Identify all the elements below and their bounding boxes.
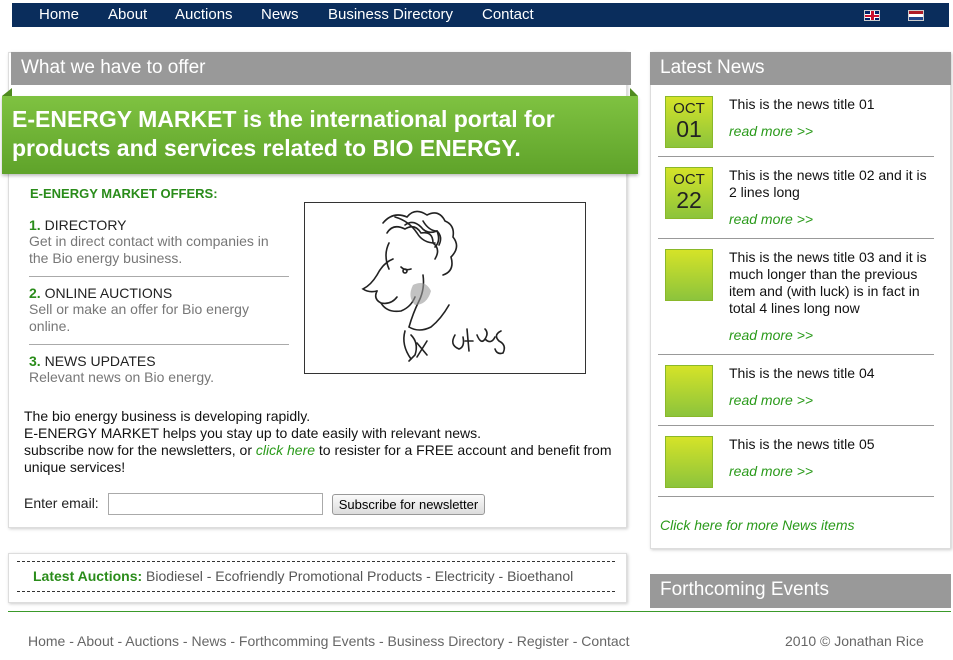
uk-flag-icon[interactable]: [864, 10, 880, 21]
nav-auctions[interactable]: Auctions: [175, 6, 233, 23]
news-title[interactable]: This is the news title 05: [729, 436, 934, 453]
nav-home[interactable]: Home: [39, 6, 79, 23]
news-title[interactable]: This is the news title 04: [729, 365, 934, 382]
offer-item-auctions: 2. ONLINE AUCTIONS Sell or make an offer…: [29, 285, 289, 335]
footer-auctions-link[interactable]: Auctions: [125, 633, 179, 649]
divider: [29, 344, 289, 345]
offer-number: 1.: [29, 217, 41, 233]
news-title[interactable]: This is the news title 02 and it is 2 li…: [729, 167, 934, 201]
sketch-drawing: [305, 203, 585, 373]
netherlands-flag-icon[interactable]: [908, 10, 924, 21]
news-title[interactable]: This is the news title 03 and it is much…: [729, 249, 934, 317]
latest-auctions-list[interactable]: Biodiesel - Ecofriendly Promotional Prod…: [146, 568, 573, 584]
email-label: Enter email:: [24, 495, 99, 511]
news-item: This is the news title 03 and it is much…: [658, 249, 934, 355]
ribbon-fold-left: [2, 88, 12, 96]
intro-line-2: E-ENERGY MARKET helps you stay up to dat…: [24, 425, 482, 441]
read-more-link[interactable]: read more >>: [729, 211, 813, 227]
latest-auctions-label: Latest Auctions:: [33, 568, 143, 584]
banner-ribbon: E-ENERGY MARKET is the international por…: [2, 96, 638, 174]
latest-auctions-box: Latest Auctions: Biodiesel - Ecofriendly…: [8, 553, 627, 603]
offer-number: 3.: [29, 353, 41, 369]
offer-item-news: 3. NEWS UPDATES Relevant news on Bio ene…: [29, 353, 289, 386]
top-navigation: Home About Auctions News Business Direct…: [12, 3, 949, 27]
offer-description: Relevant news on Bio energy.: [29, 369, 214, 385]
date-month: OCT: [673, 100, 705, 117]
date-day: 22: [676, 187, 702, 213]
nav-contact[interactable]: Contact: [482, 6, 534, 23]
nav-business-directory[interactable]: Business Directory: [328, 6, 453, 23]
footer-links: Home - About - Auctions - News - Forthco…: [28, 633, 630, 649]
footer-news-link[interactable]: News: [191, 633, 226, 649]
news-item: This is the news title 05 read more >>: [658, 436, 934, 497]
offer-description: Get in direct contact with companies in …: [29, 233, 269, 266]
nav-news[interactable]: News: [261, 6, 299, 23]
offer-title: ONLINE AUCTIONS: [44, 285, 173, 301]
nav-about[interactable]: About: [108, 6, 147, 23]
events-header: Forthcoming Events: [650, 574, 951, 608]
date-badge: [665, 365, 713, 417]
date-day: 01: [676, 116, 702, 142]
email-field[interactable]: [108, 493, 323, 515]
sketch-image: [304, 202, 586, 374]
intro-line-1: The bio energy business is developing ra…: [24, 408, 311, 424]
offer-header: What we have to offer: [11, 52, 631, 85]
date-month: OCT: [673, 171, 705, 188]
read-more-link[interactable]: read more >>: [729, 463, 813, 479]
ribbon-fold-right: [630, 88, 638, 96]
date-badge: OCT 22: [665, 167, 713, 219]
footer-divider: [8, 611, 951, 612]
more-news-link[interactable]: Click here for more News items: [660, 517, 855, 533]
date-badge: OCT 01: [665, 96, 713, 148]
offer-description: Sell or make an offer for Bio energy onl…: [29, 301, 249, 334]
latest-auctions-bar: Latest Auctions: Biodiesel - Ecofriendly…: [17, 561, 615, 592]
subscribe-button[interactable]: Subscribe for newsletter: [332, 494, 485, 515]
news-item: OCT 01 This is the news title 01 read mo…: [658, 96, 934, 157]
date-badge: [665, 436, 713, 488]
register-link[interactable]: click here: [256, 442, 315, 458]
offers-title: E-ENERGY MARKET OFFERS:: [30, 186, 218, 201]
footer-events-link[interactable]: Forthcomming Events: [239, 633, 375, 649]
read-more-link[interactable]: read more >>: [729, 327, 813, 343]
footer-contact-link[interactable]: Contact: [581, 633, 629, 649]
intro-text: The bio energy business is developing ra…: [24, 408, 624, 476]
news-header: Latest News: [650, 52, 951, 85]
news-item: This is the news title 04 read more >>: [658, 365, 934, 426]
date-badge: [665, 249, 713, 301]
read-more-link[interactable]: read more >>: [729, 392, 813, 408]
offer-title: DIRECTORY: [44, 217, 127, 233]
intro-line-3-pre: subscribe now for the newsletters, or: [24, 442, 256, 458]
footer-home-link[interactable]: Home: [28, 633, 65, 649]
copyright: 2010 © Jonathan Rice: [785, 633, 924, 649]
footer-about-link[interactable]: About: [77, 633, 114, 649]
intro-line-3: subscribe now for the newsletters, or cl…: [24, 442, 624, 476]
offer-number: 2.: [29, 285, 41, 301]
offer-title: NEWS UPDATES: [44, 353, 156, 369]
news-title[interactable]: This is the news title 01: [729, 96, 934, 113]
divider: [29, 276, 289, 277]
footer-register-link[interactable]: Register: [517, 633, 569, 649]
footer-business-directory-link[interactable]: Business Directory: [388, 633, 505, 649]
read-more-link[interactable]: read more >>: [729, 123, 813, 139]
offer-item-directory: 1. DIRECTORY Get in direct contact with …: [29, 217, 289, 267]
news-item: OCT 22 This is the news title 02 and it …: [658, 167, 934, 239]
